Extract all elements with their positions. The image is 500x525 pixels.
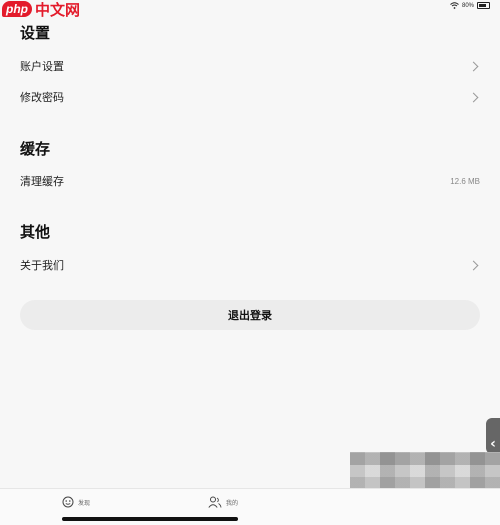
status-right: 80% (450, 2, 490, 9)
row-label: 账户设置 (20, 60, 64, 73)
tab-mine[interactable]: 我的 (208, 496, 238, 508)
status-bar: php 中文网 80% (0, 0, 500, 19)
watermark-text: 中文网 (35, 1, 81, 19)
watermark-logo: php 中文网 (2, 0, 81, 19)
tab-bar: 发现 我的 (0, 488, 500, 525)
discover-icon (62, 496, 74, 508)
chevron-right-icon (468, 92, 479, 102)
section-title-settings: 设置 (20, 24, 51, 42)
tab-label: 发现 (78, 499, 91, 507)
side-drawer-handle[interactable]: ‹ (486, 418, 500, 454)
battery-icon (477, 2, 490, 9)
home-indicator (62, 517, 238, 521)
chevron-right-icon (468, 61, 479, 71)
section-title-cache: 缓存 (20, 140, 51, 158)
battery-percent: 80% (461, 2, 474, 9)
user-icon (208, 496, 222, 508)
row-clear-cache[interactable]: 清理缓存 12.6 MB (20, 170, 480, 192)
tab-label: 我的 (226, 499, 239, 507)
wifi-icon (450, 2, 459, 9)
row-label: 清理缓存 (20, 175, 64, 188)
row-label: 修改密码 (20, 91, 64, 104)
row-label: 关于我们 (20, 259, 64, 272)
row-change-password[interactable]: 修改密码 (20, 86, 480, 108)
section-title-other: 其他 (20, 223, 51, 241)
logout-button[interactable]: 退出登录 (20, 300, 480, 330)
watermark-brand: php (2, 1, 32, 17)
row-about-us[interactable]: 关于我们 (20, 254, 480, 276)
cache-size: 12.6 MB (450, 176, 480, 186)
row-account-settings[interactable]: 账户设置 (20, 55, 480, 77)
chevron-left-icon: ‹ (490, 436, 496, 452)
tab-discover[interactable]: 发现 (62, 496, 90, 508)
chevron-right-icon (468, 260, 479, 270)
